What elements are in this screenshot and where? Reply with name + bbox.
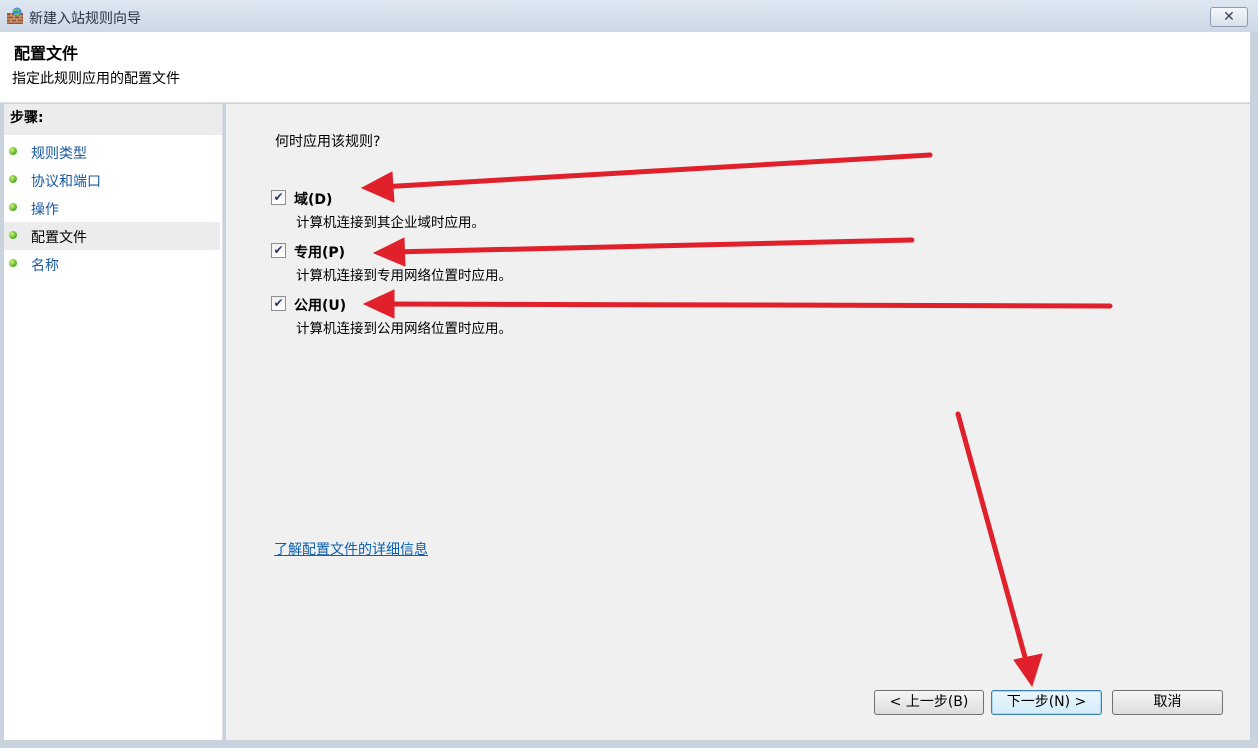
close-button[interactable]: ✕ <box>1210 7 1248 27</box>
main-panel: 何时应用该规则? ✔ 域(D) 计算机连接到其企业域时应用。 ✔ 专用(P) 计… <box>226 104 1250 740</box>
window-border <box>1250 32 1258 748</box>
private-description: 计算机连接到专用网络位置时应用。 <box>296 268 512 284</box>
sidebar-item-label: 操作 <box>31 202 59 218</box>
close-icon: ✕ <box>1223 9 1235 25</box>
back-button[interactable]: < 上一步(B) <box>874 690 984 715</box>
public-label[interactable]: 公用(U) <box>294 295 346 315</box>
domain-checkbox[interactable]: ✔ <box>271 190 286 205</box>
wizard-window: 新建入站规则向导 ✕ 配置文件 指定此规则应用的配置文件 步骤: 规则类型 协议… <box>0 0 1258 748</box>
green-dot-icon <box>9 147 17 155</box>
sidebar-item-rule-type[interactable]: 规则类型 <box>4 138 220 166</box>
sidebar-item-label: 协议和端口 <box>31 174 101 190</box>
sidebar-item-name[interactable]: 名称 <box>4 250 220 278</box>
checkmark-icon: ✔ <box>273 243 284 257</box>
cancel-button[interactable]: 取消 <box>1112 690 1223 715</box>
domain-description: 计算机连接到其企业域时应用。 <box>296 215 485 231</box>
steps-sidebar: 步骤: 规则类型 协议和端口 操作 配置文件 名称 <box>4 104 223 740</box>
title-bar: 新建入站规则向导 ✕ <box>0 0 1258 32</box>
sidebar-item-label: 名称 <box>31 258 59 274</box>
public-description: 计算机连接到公用网络位置时应用。 <box>296 321 512 337</box>
green-dot-icon <box>9 231 17 239</box>
question-text: 何时应用该规则? <box>275 134 381 150</box>
checkmark-icon: ✔ <box>273 190 284 204</box>
sidebar-item-label: 规则类型 <box>31 146 87 162</box>
page-subtitle: 指定此规则应用的配置文件 <box>12 71 180 87</box>
sidebar-item-profile[interactable]: 配置文件 <box>4 222 220 250</box>
sidebar-item-protocol-ports[interactable]: 协议和端口 <box>4 166 220 194</box>
sidebar-item-label: 配置文件 <box>31 230 87 246</box>
private-label[interactable]: 专用(P) <box>294 242 345 262</box>
private-checkbox[interactable]: ✔ <box>271 243 286 258</box>
firewall-icon <box>7 7 23 24</box>
next-button[interactable]: 下一步(N) > <box>991 690 1102 715</box>
green-dot-icon <box>9 203 17 211</box>
checkmark-icon: ✔ <box>273 296 284 310</box>
sidebar-item-action[interactable]: 操作 <box>4 194 220 222</box>
domain-label[interactable]: 域(D) <box>294 189 332 209</box>
page-header: 配置文件 指定此规则应用的配置文件 <box>0 32 1250 103</box>
public-checkbox[interactable]: ✔ <box>271 296 286 311</box>
page-title: 配置文件 <box>14 44 79 63</box>
steps-title: 步骤: <box>4 104 222 135</box>
window-title: 新建入站规则向导 <box>29 11 141 27</box>
green-dot-icon <box>9 175 17 183</box>
learn-more-link[interactable]: 了解配置文件的详细信息 <box>274 539 428 559</box>
green-dot-icon <box>9 259 17 267</box>
